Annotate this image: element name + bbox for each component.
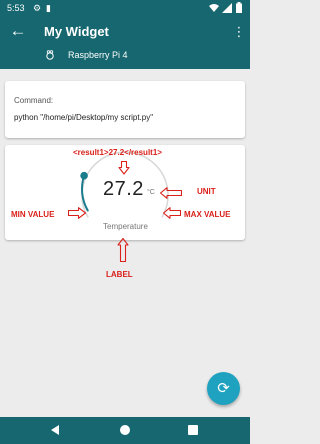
nav-back-icon[interactable]: [48, 423, 62, 437]
refresh-icon: ⟳: [217, 380, 230, 397]
gauge-unit: °C: [147, 189, 155, 196]
command-label: Command:: [14, 96, 54, 105]
arrow-down-icon: [118, 161, 130, 175]
annotation-min-value: MIN VALUE: [11, 210, 55, 219]
device-name: Raspberry Pi 4: [68, 50, 128, 60]
arrow-up-icon: [117, 238, 129, 262]
gauge-value: 27.2: [103, 178, 144, 200]
nav-recents-icon[interactable]: [186, 423, 200, 437]
annotation-unit: UNIT: [197, 187, 216, 196]
annotation-result-tag: <result1>27.2</result1>: [73, 148, 162, 157]
wifi-icon: [209, 4, 219, 12]
more-vert-icon[interactable]: ⋮: [232, 22, 246, 42]
command-card[interactable]: Command: python "/home/pi/Desktop/my scr…: [5, 81, 245, 138]
battery-icon: [236, 2, 242, 13]
status-time: 5:53: [7, 3, 25, 13]
app-bar: ← My Widget Raspberry Pi 4 ⋮: [0, 16, 250, 69]
nav-home-icon[interactable]: [118, 423, 132, 437]
page-title: My Widget: [44, 24, 109, 39]
arrow-left-icon: [163, 207, 181, 219]
gauge-knob: [80, 171, 88, 180]
back-arrow-icon[interactable]: ←: [8, 21, 28, 41]
arrow-left-icon: [160, 187, 182, 199]
annotation-label: LABEL: [106, 270, 133, 279]
status-bar: 5:53 ⚙ ▮: [0, 0, 250, 16]
refresh-button[interactable]: ⟳: [207, 372, 240, 405]
annotation-max-value: MAX VALUE: [184, 210, 231, 219]
gear-icon: ⚙: [33, 3, 42, 13]
gauge-label: Temperature: [103, 222, 148, 231]
arrow-right-icon: [68, 207, 86, 219]
sd-card-icon: ▮: [46, 3, 51, 13]
signal-icon: [222, 3, 232, 13]
command-text: python "/home/pi/Desktop/my script.py": [14, 113, 154, 122]
system-nav-bar: [0, 417, 250, 444]
raspberry-pi-icon: [46, 50, 54, 60]
